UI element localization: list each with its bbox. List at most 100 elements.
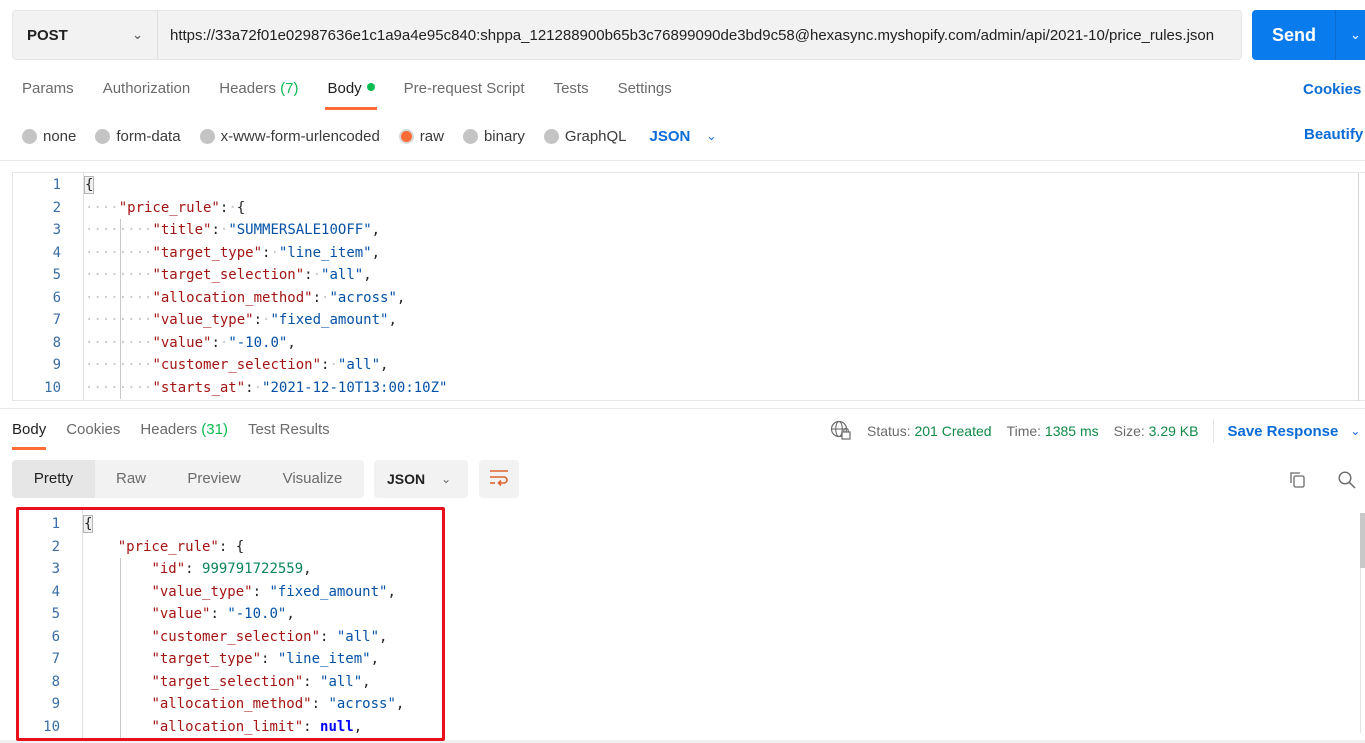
view-pretty[interactable]: Pretty — [12, 460, 95, 498]
colon-separator: :· — [211, 222, 229, 238]
search-icon[interactable] — [1335, 468, 1359, 492]
response-tab-headers[interactable]: Headers (31) — [140, 418, 228, 450]
radio-circle[interactable] — [199, 128, 215, 144]
json-punctuation: , — [363, 267, 372, 283]
radio-none[interactable]: none — [22, 128, 76, 145]
response-tab-body[interactable]: Body — [12, 418, 47, 450]
radio-circle-selected[interactable] — [398, 128, 414, 144]
line-number: 5 — [51, 606, 60, 622]
url-input[interactable]: https://33a72f01e02987636e1c1a9a4e95c840… — [158, 11, 1241, 59]
code-line: 6 "customer_selection": "all", — [12, 626, 1365, 649]
response-scrollbar-thumb[interactable] — [1360, 513, 1365, 568]
json-string-value: "across" — [329, 289, 397, 306]
view-preview[interactable]: Preview — [167, 460, 261, 498]
send-options-chevron-icon[interactable]: ⌄ — [1336, 27, 1361, 43]
status-label: Status: — [867, 423, 911, 439]
radio-x-www-form-urlencoded[interactable]: x-www-form-urlencoded — [199, 128, 380, 145]
view-raw[interactable]: Raw — [95, 460, 167, 498]
radio-binary[interactable]: binary — [462, 127, 525, 145]
radio-graphql[interactable]: GraphQL — [543, 128, 627, 145]
json-string-value: "all" — [320, 673, 363, 690]
tab-authorization[interactable]: Authorization — [103, 78, 191, 110]
colon-separator: : — [303, 673, 321, 690]
response-tab-cookies[interactable]: Cookies — [66, 418, 120, 450]
cookies-link[interactable]: Cookies — [1303, 81, 1361, 98]
json-punctuation: , — [380, 357, 389, 373]
response-tab-test-results[interactable]: Test Results — [248, 418, 330, 450]
radio-circle[interactable] — [95, 128, 111, 144]
view-visualize[interactable]: Visualize — [261, 460, 364, 498]
json-string-value: "all" — [337, 357, 381, 373]
radio-circle[interactable] — [462, 128, 478, 144]
json-punctuation: , — [353, 718, 363, 735]
response-body-viewer[interactable]: 1{2 "price_rule": {3 "id": 999791722559,… — [12, 510, 1365, 743]
code-content: ········"target_type":·"line_item", — [85, 242, 380, 265]
beautify-link[interactable]: Beautify — [1304, 126, 1363, 143]
json-key: "allocation_limit" — [151, 718, 304, 735]
radio-raw[interactable]: raw — [398, 128, 444, 145]
line-number: 8 — [51, 673, 60, 690]
tab-settings[interactable]: Settings — [618, 78, 672, 110]
code-content: ····"price_rule":·{ — [85, 197, 245, 220]
json-punctuation: , — [370, 651, 380, 667]
json-string-value: "all" — [336, 628, 380, 645]
tab-headers[interactable]: Headers (7) — [219, 78, 298, 110]
line-number: 5 — [52, 267, 61, 283]
colon-separator: :· — [321, 357, 338, 373]
json-key: "customer_selection" — [152, 357, 322, 373]
line-number: 2 — [51, 538, 60, 555]
url-bar: POST ⌄ https://33a72f01e02987636e1c1a9a4… — [12, 10, 1242, 60]
send-button[interactable]: Send ⌄ — [1252, 10, 1365, 60]
tab-body[interactable]: Body — [325, 78, 377, 110]
indent-whitespace: ········ — [85, 357, 153, 373]
json-brace: { — [235, 538, 245, 555]
json-key: "target_type" — [151, 651, 262, 667]
request-editor-scrollbar[interactable] — [1358, 173, 1359, 401]
indent-whitespace: ········ — [85, 222, 153, 238]
indent-whitespace: ········ — [85, 267, 153, 283]
request-body-editor[interactable]: 1{2 ····"price_rule":·{3 ········"title":·… — [12, 172, 1365, 401]
colon-separator: :· — [211, 334, 229, 351]
indent-whitespace: ········ — [85, 244, 153, 261]
globe-lock-icon[interactable] — [830, 420, 852, 443]
wrap-lines-button[interactable] — [479, 460, 519, 498]
json-string-value: "fixed_amount" — [270, 312, 389, 328]
tab-pre-request-script[interactable]: Pre-request Script — [404, 78, 525, 110]
radio-circle[interactable] — [543, 128, 559, 144]
panel-divider[interactable] — [0, 408, 1365, 409]
response-format-select[interactable]: JSON ⌄ — [374, 460, 468, 498]
copy-icon[interactable] — [1285, 468, 1309, 492]
json-string-value: "fixed_amount" — [269, 583, 388, 600]
json-punctuation: , — [388, 312, 397, 328]
tab-tests[interactable]: Tests — [554, 78, 589, 110]
code-line: 5 "value": "-10.0", — [12, 603, 1365, 626]
chevron-down-icon: ⌄ — [1350, 424, 1361, 438]
method-label: POST — [27, 26, 68, 44]
method-select[interactable]: POST ⌄ — [13, 11, 158, 59]
save-response-label: Save Response — [1227, 422, 1339, 440]
line-number: 8 — [52, 334, 61, 351]
indent-guide — [120, 558, 121, 738]
radio-label: binary — [483, 127, 525, 145]
radio-circle[interactable] — [22, 128, 37, 144]
tab-label: Headers — [219, 80, 276, 97]
radio-form-data[interactable]: form-data — [95, 128, 181, 145]
json-key: "value_type" — [151, 583, 253, 600]
body-format-select[interactable]: JSON ⌄ — [650, 128, 717, 145]
line-number: 2 — [52, 199, 61, 216]
save-response-button[interactable]: Save Response ⌄ — [1227, 423, 1360, 440]
colon-separator: : — [320, 628, 337, 645]
line-number: 6 — [52, 289, 61, 306]
tab-label: Authorization — [102, 80, 191, 97]
code-line: 4 ········"target_type":·"line_item", — [13, 242, 1365, 265]
tab-label: Cookies — [66, 421, 121, 438]
code-content: ········"allocation_method":·"across", — [85, 287, 405, 310]
tab-params[interactable]: Params — [22, 78, 74, 110]
chevron-down-icon: ⌄ — [441, 472, 452, 486]
json-key: "id" — [151, 561, 186, 577]
json-punctuation: , — [395, 696, 405, 712]
